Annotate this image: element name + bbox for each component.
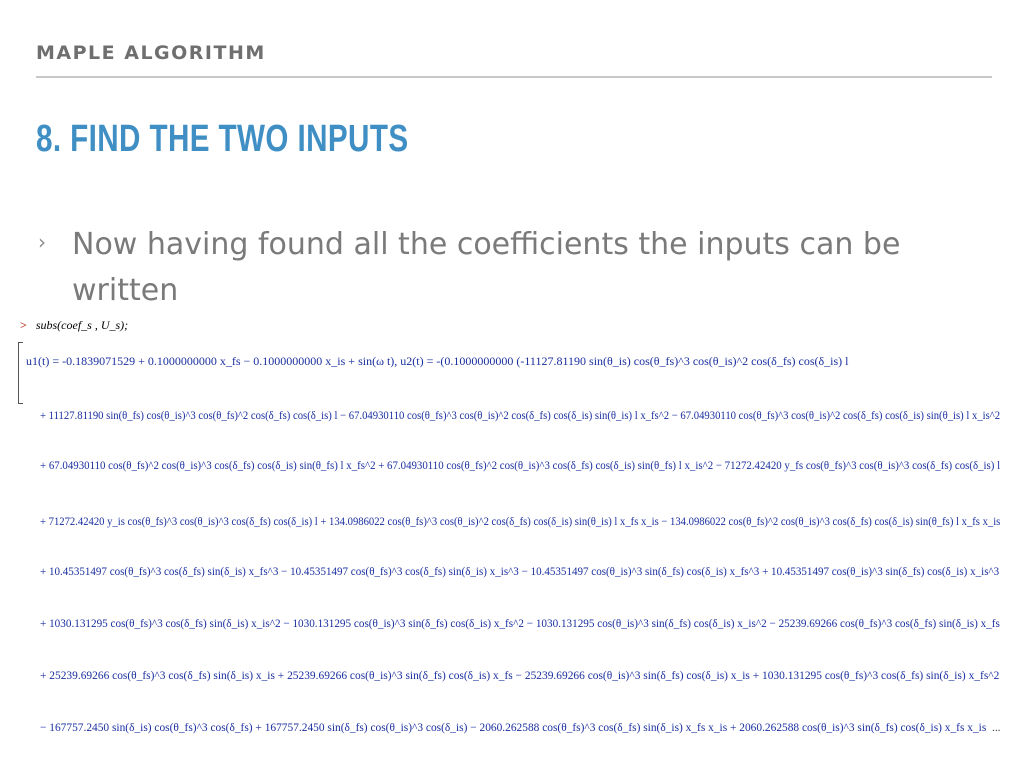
bullet-item: › Now having found all the coefficients …: [38, 222, 978, 314]
equation-line: + 11127.81190 sin(θ_fs) cos(θ_is)^3 cos(…: [40, 408, 1001, 422]
header-divider: [36, 76, 992, 78]
maple-command-line: > subs(coef_s , U_s);: [20, 318, 128, 333]
equation-line: − 167757.2450 sin(δ_is) cos(θ_fs)^3 cos(…: [40, 720, 1001, 734]
maple-output: > subs(coef_s , U_s); u1(t) = -0.1839071…: [0, 318, 1024, 768]
section-header: MAPLE ALGORITHM: [36, 42, 266, 64]
truncation-ellipsis: ...: [991, 720, 1001, 734]
equation-line: u1(t) = -0.1839071529 + 0.1000000000 x_f…: [26, 354, 849, 368]
output-bracket: [18, 342, 23, 404]
equation-line: + 1030.131295 cos(θ_fs)^3 cos(δ_fs) sin(…: [40, 616, 1000, 630]
bullet-arrow-icon: ›: [38, 230, 46, 254]
equation-line: + 25239.69266 cos(θ_fs)^3 cos(δ_fs) sin(…: [40, 668, 1000, 682]
slide-title: 8. FIND THE TWO INPUTS: [36, 118, 409, 160]
maple-command: subs(coef_s , U_s);: [35, 318, 129, 332]
maple-prompt: >: [20, 318, 27, 332]
equation-line: + 10.45351497 cos(θ_fs)^3 cos(δ_fs) sin(…: [40, 564, 1000, 578]
equation-line: + 71272.42420 y_is cos(θ_fs)^3 cos(θ_is)…: [40, 514, 1001, 528]
equation-line: + 67.04930110 cos(θ_fs)^2 cos(θ_is)^3 co…: [40, 458, 1001, 472]
bullet-text: Now having found all the coefficients th…: [72, 227, 901, 308]
